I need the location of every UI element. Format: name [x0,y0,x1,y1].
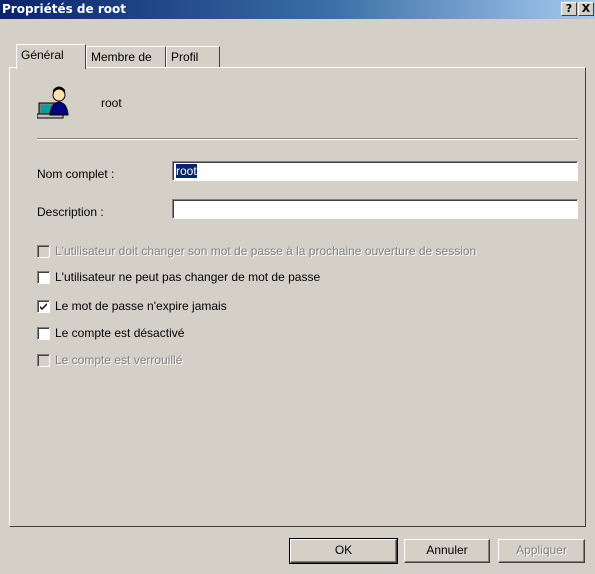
window-title: Propriétés de root [2,2,126,16]
checkbox-label: L'utilisateur doit changer son mot de pa… [55,244,477,258]
properties-dialog: Propriétés de root ? X Général Membre de… [0,0,595,574]
cancel-button[interactable]: Annuler [404,539,490,563]
title-bar[interactable]: Propriétés de root ? X [0,0,595,19]
separator [37,138,578,140]
apply-button[interactable]: Appliquer [498,539,585,563]
checkbox-label: Le compte est désactivé [55,326,185,340]
checkbox-box[interactable] [37,271,50,284]
tab-profile[interactable]: Profil [166,46,220,68]
tab-general[interactable]: Général [16,44,86,69]
description-field[interactable] [172,199,578,219]
checkbox-label: Le compte est verrouillé [55,353,183,367]
full-name-label: Nom complet : [37,167,115,181]
user-name: root [101,96,122,110]
user-computer-icon [37,86,69,119]
checkbox-box[interactable] [37,354,50,367]
full-name-field[interactable]: root [172,161,578,181]
ok-button[interactable]: OK [289,538,398,564]
checkbox-label: Le mot de passe n'expire jamais [55,299,227,313]
checkbox-label: L'utilisateur ne peut pas changer de mot… [55,270,321,284]
help-button[interactable]: ? [561,2,577,16]
checkbox-box[interactable] [37,245,50,258]
checkmark-icon [40,303,47,310]
tab-member-of[interactable]: Membre de [86,46,166,68]
checkbox-box[interactable] [37,300,50,313]
description-label: Description : [37,205,104,219]
full-name-value: root [176,164,197,178]
tab-panel-general [9,67,586,527]
close-button[interactable]: X [578,2,594,16]
checkbox-box[interactable] [37,327,50,340]
